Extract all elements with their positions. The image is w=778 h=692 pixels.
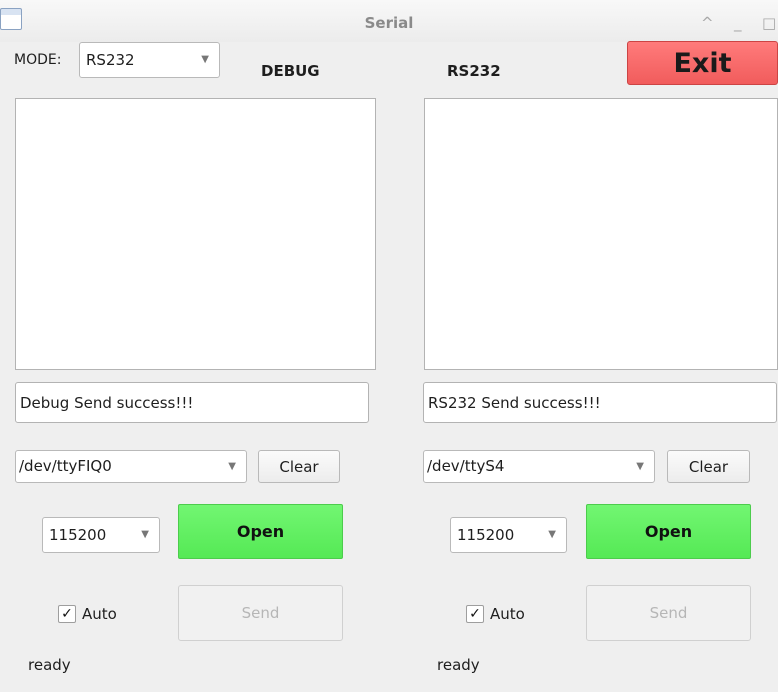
debug-status-text: ready bbox=[28, 656, 71, 674]
debug-port-select[interactable]: /dev/ttyFIQ0 ▼ bbox=[15, 450, 247, 483]
mode-label: MODE: bbox=[14, 52, 62, 68]
rs232-status-text: ready bbox=[437, 656, 480, 674]
maximize-icon[interactable]: □ bbox=[762, 14, 776, 32]
rs232-message-text: RS232 Send success!!! bbox=[428, 393, 601, 412]
mode-select-value: RS232 bbox=[86, 51, 135, 69]
chevron-down-icon: ▼ bbox=[636, 461, 644, 472]
rs232-port-value: /dev/ttyS4 bbox=[427, 457, 505, 475]
rs232-clear-button[interactable]: Clear bbox=[667, 450, 750, 483]
debug-log-area[interactable] bbox=[15, 98, 376, 370]
debug-clear-button[interactable]: Clear bbox=[258, 450, 340, 483]
rs232-baud-value: 115200 bbox=[457, 526, 515, 544]
rs232-log-area[interactable] bbox=[424, 98, 778, 370]
rs232-baud-select[interactable]: 115200 ▼ bbox=[450, 517, 567, 553]
chevron-down-icon: ▼ bbox=[228, 461, 236, 472]
chevron-down-icon: ▼ bbox=[201, 54, 209, 65]
debug-message-field[interactable]: Debug Send success!!! bbox=[15, 382, 369, 423]
debug-auto-checkbox[interactable]: ✓ bbox=[58, 605, 76, 623]
rs232-port-select[interactable]: /dev/ttyS4 ▼ bbox=[423, 450, 655, 483]
rs232-message-field[interactable]: RS232 Send success!!! bbox=[423, 382, 777, 423]
debug-port-value: /dev/ttyFIQ0 bbox=[19, 457, 112, 475]
debug-panel-title: DEBUG bbox=[261, 62, 320, 80]
rs232-open-button[interactable]: Open bbox=[586, 504, 751, 559]
window-title: Serial bbox=[364, 14, 414, 32]
chevron-down-icon: ▼ bbox=[141, 529, 149, 540]
debug-baud-select[interactable]: 115200 ▼ bbox=[42, 517, 160, 553]
debug-send-button[interactable]: Send bbox=[178, 585, 343, 641]
debug-auto-label: Auto bbox=[82, 605, 117, 623]
debug-open-button[interactable]: Open bbox=[178, 504, 343, 559]
debug-message-text: Debug Send success!!! bbox=[20, 393, 194, 412]
chevron-up-icon[interactable]: ^ bbox=[701, 14, 714, 32]
exit-button[interactable]: Exit bbox=[627, 41, 778, 85]
rs232-auto-label: Auto bbox=[490, 605, 525, 623]
rs232-panel-title: RS232 bbox=[447, 62, 501, 80]
mode-select[interactable]: RS232 ▼ bbox=[79, 42, 220, 78]
debug-baud-value: 115200 bbox=[49, 526, 107, 544]
window-titlebar: Serial ^ _ □ bbox=[0, 0, 778, 42]
rs232-auto-checkbox[interactable]: ✓ bbox=[466, 605, 484, 623]
minimize-icon[interactable]: _ bbox=[734, 14, 742, 32]
rs232-send-button[interactable]: Send bbox=[586, 585, 751, 641]
chevron-down-icon: ▼ bbox=[548, 529, 556, 540]
